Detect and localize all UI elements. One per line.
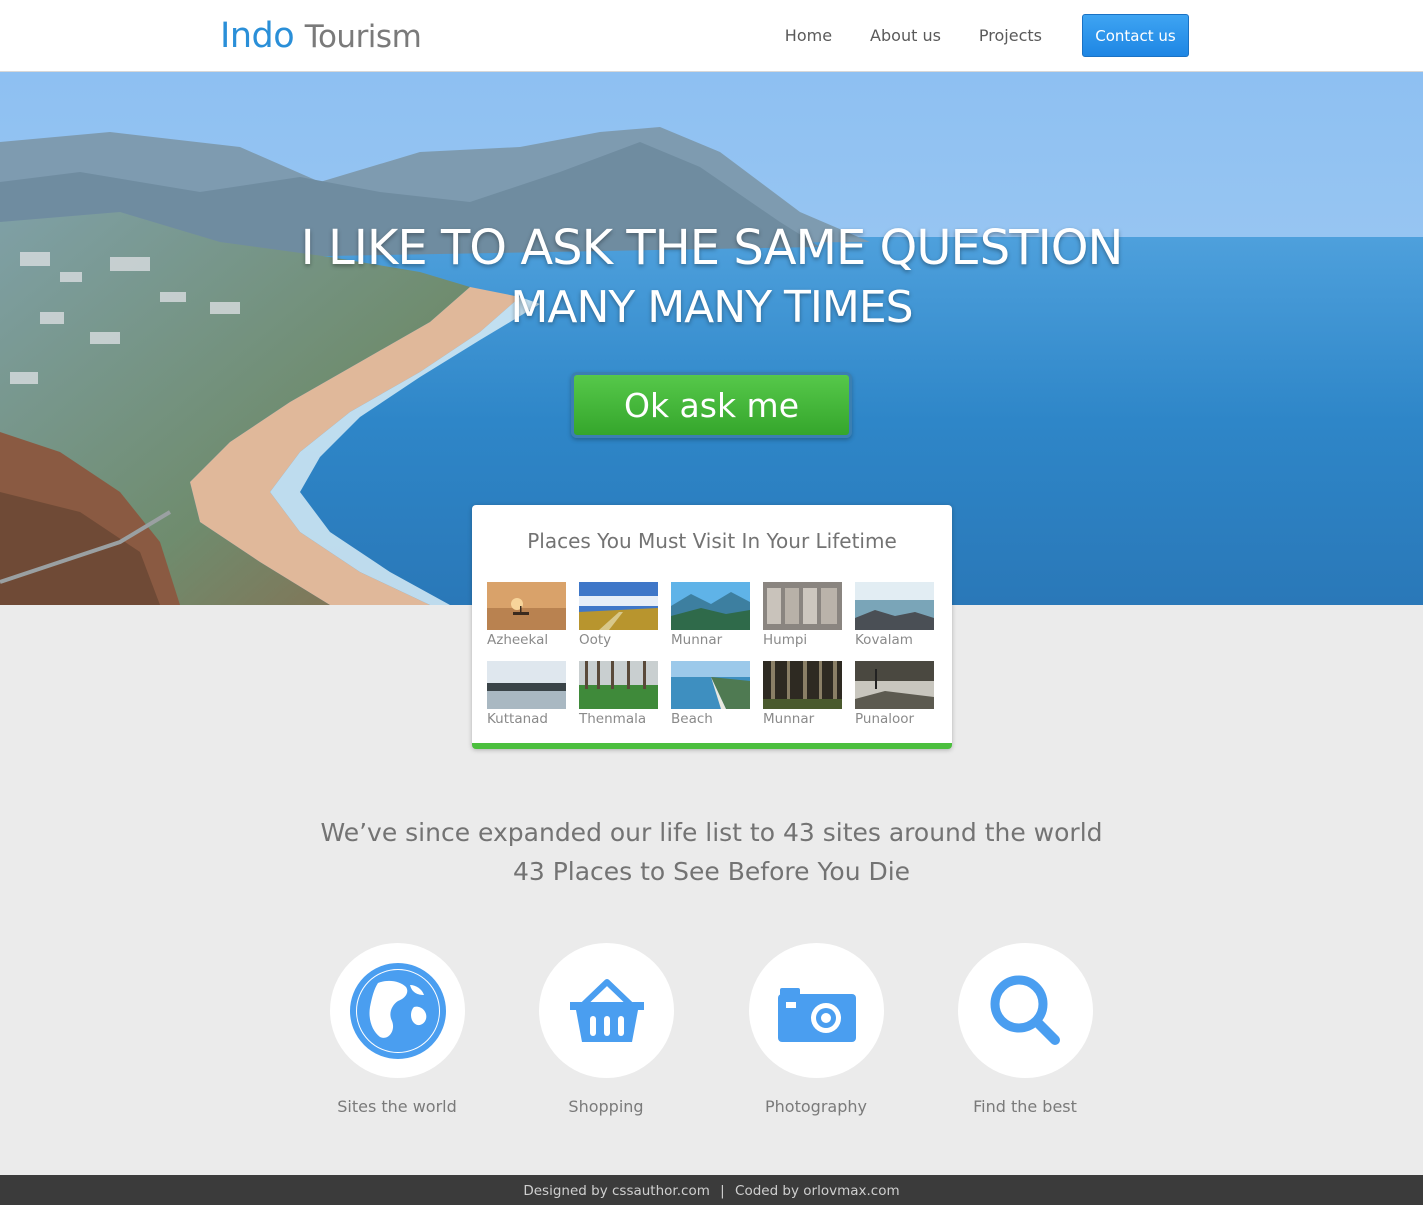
place-thumbnail <box>671 661 750 709</box>
place-thumbnail <box>487 661 566 709</box>
place-name: Munnar <box>763 711 815 727</box>
hero-title: I LIKE TO ASK THE SAME QUESTION <box>300 220 1124 276</box>
place-punaloor[interactable]: Punaloor <box>855 661 934 740</box>
place-name: Beach <box>671 711 713 727</box>
brand-primary: Indo <box>220 16 295 56</box>
coded-by-link[interactable]: Coded by orlovmax.com <box>735 1183 900 1199</box>
main-nav: Home About us Projects Contact us <box>766 14 1189 57</box>
feature-shopping-label: Shopping <box>568 1097 644 1116</box>
feature-photography-circle[interactable] <box>749 943 884 1078</box>
place-thumbnail <box>855 661 934 709</box>
intro-line-2: 43 Places to See Before You Die <box>512 857 911 886</box>
feature-photography-label: Photography <box>765 1097 867 1116</box>
nav-home[interactable]: Home <box>766 14 851 57</box>
place-name: Ooty <box>579 632 612 648</box>
place-thumbnail <box>855 582 934 630</box>
contact-button[interactable]: Contact us <box>1082 14 1189 57</box>
feature-find-circle[interactable] <box>958 943 1093 1078</box>
feature-find-label: Find the best <box>973 1097 1077 1116</box>
place-name: Kuttanad <box>487 711 548 727</box>
footer-separator: | <box>720 1183 725 1199</box>
place-name: Thenmala <box>579 711 647 727</box>
place-name: Humpi <box>763 632 808 648</box>
place-thumbnail <box>763 661 842 709</box>
hero-subtitle: MANY MANY TIMES <box>510 282 913 333</box>
top-header: Indo Tourism Home About us Projects Cont… <box>0 0 1423 72</box>
site-footer: Designed by cssauthor.com | Coded by orl… <box>0 1175 1423 1205</box>
place-humpi[interactable]: Humpi <box>763 582 842 661</box>
place-kovalam[interactable]: Kovalam <box>855 582 934 661</box>
place-thumbnail <box>763 582 842 630</box>
ask-me-button[interactable]: Ok ask me <box>571 372 852 438</box>
place-ooty[interactable]: Ooty <box>579 582 658 661</box>
brand-secondary: Tourism <box>304 19 422 55</box>
site-logo[interactable]: Indo Tourism <box>220 14 422 59</box>
place-thumbnail <box>671 582 750 630</box>
feature-sites-label: Sites the world <box>337 1097 457 1116</box>
search-icon <box>990 975 1060 1045</box>
place-munnar[interactable]: Munnar <box>671 582 750 661</box>
place-beach[interactable]: Beach <box>671 661 750 740</box>
place-thumbnail <box>579 582 658 630</box>
feature-shopping-circle[interactable] <box>539 943 674 1078</box>
place-thumbnail <box>579 661 658 709</box>
places-title: Places You Must Visit In Your Lifetime <box>527 529 897 553</box>
feature-sites-circle[interactable] <box>330 943 465 1078</box>
place-kuttanad[interactable]: Kuttanad <box>487 661 566 740</box>
nav-projects[interactable]: Projects <box>960 14 1061 57</box>
camera-icon <box>777 987 856 1042</box>
place-name: Punaloor <box>855 711 915 727</box>
place-name: Munnar <box>671 632 723 648</box>
basket-icon <box>569 978 644 1042</box>
place-thenmala[interactable]: Thenmala <box>579 661 658 740</box>
places-grid: Azheekal Ooty Munnar Humpi Kovalam Kutta… <box>487 582 934 740</box>
globe-icon <box>349 962 446 1059</box>
intro-line-1: We’ve since expanded our life list to 43… <box>320 818 1103 847</box>
places-card: Places You Must Visit In Your Lifetime A… <box>472 505 952 749</box>
nav-about[interactable]: About us <box>851 14 960 57</box>
place-name: Kovalam <box>855 632 913 648</box>
place-munnar-forest[interactable]: Munnar <box>763 661 842 740</box>
place-name: Azheekal <box>487 632 549 648</box>
place-azheekal[interactable]: Azheekal <box>487 582 566 661</box>
place-thumbnail <box>487 582 566 630</box>
designed-by-link[interactable]: Designed by cssauthor.com <box>523 1183 710 1199</box>
